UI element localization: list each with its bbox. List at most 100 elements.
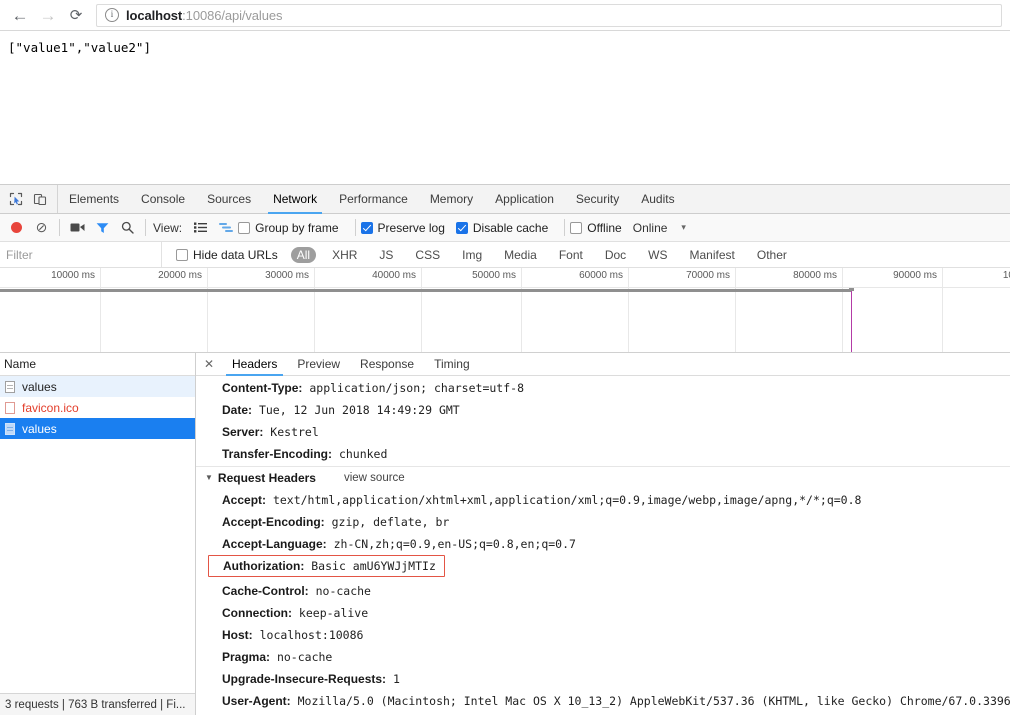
- json-response-text: ["value1","value2"]: [8, 40, 151, 55]
- filter-type-other[interactable]: Other: [751, 247, 793, 263]
- back-button[interactable]: ←: [6, 1, 34, 29]
- tab-elements[interactable]: Elements: [58, 185, 130, 213]
- close-details-button[interactable]: ✕: [196, 353, 222, 375]
- header-name: Accept-Encoding:: [222, 515, 325, 529]
- filter-type-xhr[interactable]: XHR: [326, 247, 363, 263]
- tab-label: Headers: [232, 357, 278, 371]
- tab-application[interactable]: Application: [484, 185, 565, 213]
- filter-type-css[interactable]: CSS: [409, 247, 446, 263]
- header-name: Accept:: [222, 493, 267, 507]
- view-source-link[interactable]: view source: [344, 467, 405, 489]
- checkbox-box: [570, 221, 583, 234]
- funnel-icon: [96, 222, 109, 233]
- header-row: Transfer-Encoding: chunked: [196, 443, 1010, 465]
- reload-button[interactable]: ⟳: [62, 1, 90, 29]
- record-button[interactable]: [4, 217, 29, 239]
- search-button[interactable]: [115, 217, 140, 239]
- tab-label: Timing: [434, 357, 470, 371]
- tick-label: 80000 ms: [793, 270, 837, 281]
- tab-memory[interactable]: Memory: [419, 185, 484, 213]
- document-icon: [5, 422, 15, 435]
- header-row: Connection: keep-alive: [196, 602, 1010, 624]
- tick-label: 70000 ms: [686, 270, 730, 281]
- filter-type-media[interactable]: Media: [498, 247, 543, 263]
- network-content-split: Name values favicon.ico values ✕ Headers: [0, 353, 1010, 715]
- header-name: Transfer-Encoding:: [222, 447, 333, 461]
- header-row: Content-Type: application/json; charset=…: [196, 377, 1010, 399]
- reload-icon: ⟳: [69, 7, 83, 24]
- filter-toggle-button[interactable]: [90, 217, 115, 239]
- header-row: Accept-Language: zh-CN,zh;q=0.9,en-US;q=…: [196, 533, 1010, 555]
- waterfall-view-button[interactable]: [213, 217, 238, 239]
- devtools-panel: Elements Console Sources Network Perform…: [0, 184, 1010, 715]
- tab-network[interactable]: Network: [262, 185, 328, 214]
- header-value: chunked: [332, 447, 388, 461]
- forward-arrow-icon: →: [39, 5, 57, 25]
- request-name: values: [22, 421, 57, 436]
- inspect-element-icon[interactable]: [4, 188, 28, 210]
- throttling-select-value[interactable]: Online: [633, 221, 668, 235]
- camera-icon: [70, 223, 85, 232]
- network-status-bar: 3 requests | 763 B transferred | Fi...: [0, 693, 195, 715]
- group-by-frame-checkbox[interactable]: Group by frame: [238, 220, 339, 235]
- tab-label: Performance: [339, 192, 408, 206]
- filter-type-ws[interactable]: WS: [642, 247, 673, 263]
- network-toolbar: ⊘ View: Group by frame Preserve log Disa…: [0, 214, 1010, 242]
- tab-performance[interactable]: Performance: [328, 185, 419, 213]
- header-name: Server:: [222, 425, 264, 439]
- list-view-button[interactable]: [188, 217, 213, 239]
- header-name: Content-Type:: [222, 381, 303, 395]
- network-overview-timeline[interactable]: 10000 ms 20000 ms 30000 ms 40000 ms 5000…: [0, 268, 1010, 353]
- tab-timing[interactable]: Timing: [424, 353, 480, 375]
- group-by-frame-label: Group by frame: [255, 220, 339, 235]
- record-icon: [11, 222, 22, 233]
- address-bar[interactable]: i localhost:10086/api/values: [96, 3, 1002, 27]
- tab-headers[interactable]: Headers: [222, 353, 287, 376]
- header-row: Upgrade-Insecure-Requests: 1: [196, 668, 1010, 690]
- disable-cache-label: Disable cache: [472, 220, 549, 235]
- toolbar-divider: [59, 219, 60, 236]
- tab-label: Memory: [429, 192, 474, 206]
- clear-button[interactable]: ⊘: [29, 217, 54, 239]
- request-list-pane: Name values favicon.ico values: [0, 353, 196, 715]
- hide-data-urls-checkbox[interactable]: Hide data URLs: [176, 248, 278, 262]
- header-name: User-Agent:: [222, 694, 291, 708]
- clear-icon: ⊘: [35, 219, 48, 235]
- site-info-icon[interactable]: i: [105, 8, 119, 22]
- tick-label: 20000 ms: [158, 270, 202, 281]
- device-toolbar-icon[interactable]: [28, 188, 52, 210]
- header-value: zh-CN,zh;q=0.9,en-US;q=0.8,en;q=0.7: [326, 537, 576, 551]
- header-name: Upgrade-Insecure-Requests:: [222, 672, 387, 686]
- chevron-down-icon[interactable]: ▾: [675, 222, 692, 233]
- filter-type-manifest[interactable]: Manifest: [684, 247, 741, 263]
- forward-button[interactable]: →: [34, 1, 62, 29]
- preserve-log-checkbox[interactable]: Preserve log: [360, 221, 445, 235]
- tab-sources[interactable]: Sources: [196, 185, 262, 213]
- request-list-header[interactable]: Name: [0, 353, 195, 376]
- filter-type-font[interactable]: Font: [553, 247, 589, 263]
- tick-label: 90000 ms: [893, 270, 937, 281]
- header-value: Tue, 12 Jun 2018 14:49:29 GMT: [252, 403, 460, 417]
- url-path: :10086/api/values: [182, 7, 283, 23]
- tab-preview[interactable]: Preview: [287, 353, 350, 375]
- tab-security[interactable]: Security: [565, 185, 630, 213]
- tab-audits[interactable]: Audits: [630, 185, 685, 213]
- table-row[interactable]: favicon.ico: [0, 397, 195, 418]
- capture-screenshots-button[interactable]: [65, 217, 90, 239]
- header-name: Authorization:: [223, 559, 305, 573]
- status-summary-text: 3 requests | 763 B transferred | Fi...: [5, 698, 186, 711]
- filter-type-js[interactable]: JS: [373, 247, 399, 263]
- tab-console[interactable]: Console: [130, 185, 196, 213]
- filter-type-img[interactable]: Img: [456, 247, 488, 263]
- tab-response[interactable]: Response: [350, 353, 424, 375]
- request-headers-section-title[interactable]: ▼ Request Headers view source: [196, 467, 1010, 489]
- table-row[interactable]: values: [0, 418, 195, 439]
- filter-type-all[interactable]: All: [290, 246, 317, 263]
- request-details-tab-bar: ✕ Headers Preview Response Timing: [196, 353, 1010, 376]
- filter-type-doc[interactable]: Doc: [599, 247, 632, 263]
- header-name: Cache-Control:: [222, 584, 309, 598]
- disable-cache-checkbox[interactable]: Disable cache: [455, 220, 549, 235]
- offline-checkbox[interactable]: Offline: [570, 221, 622, 235]
- table-row[interactable]: values: [0, 376, 195, 397]
- filter-input[interactable]: Filter: [0, 242, 162, 267]
